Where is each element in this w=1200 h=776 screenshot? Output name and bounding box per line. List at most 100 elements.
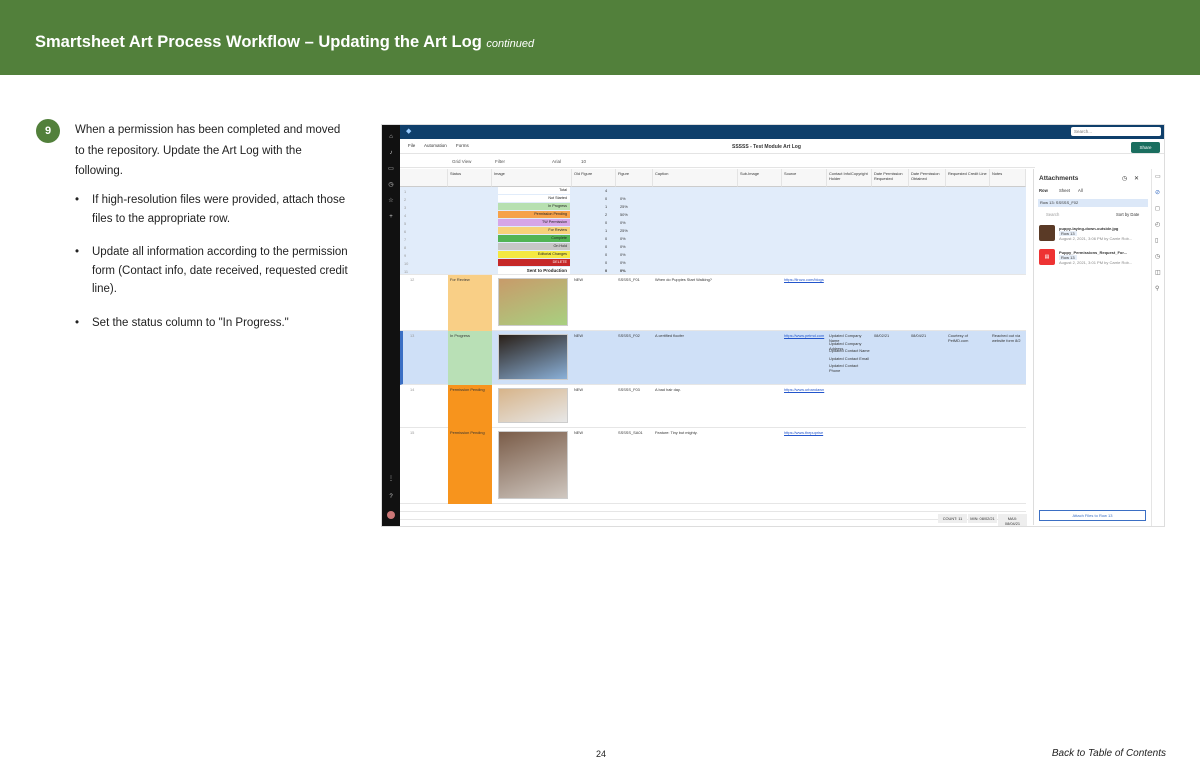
column-header: Date Permission Obtained: [909, 169, 946, 187]
attachment-item: puppy-laying-down-outside.jpg Row 13 Aug…: [1039, 225, 1147, 243]
column-header: Figure: [616, 169, 653, 187]
date-obtained-cell: [909, 428, 946, 432]
tab-row: Row: [1039, 188, 1048, 193]
row-number: 12: [410, 277, 415, 282]
date-obtained-cell: [909, 385, 946, 389]
table-row: [400, 512, 1026, 520]
summary-label: Total: [498, 187, 570, 194]
bullet-item: If high-resolution files were provided, …: [75, 191, 360, 228]
summary-block: [400, 187, 1026, 275]
attachments-search: Search: [1046, 212, 1060, 217]
sheet-title: SSSSS - Test Module Art Log: [732, 144, 801, 150]
column-header: Requested Credit Line: [946, 169, 990, 187]
toolbar: Grid View Filter Arial 10: [400, 156, 1035, 168]
page-title: Smartsheet Art Process Workflow – Updati…: [35, 33, 535, 51]
page-number: 24: [596, 749, 607, 759]
summary-pct: 0%: [620, 268, 626, 273]
attachments-title: Attachments: [1039, 175, 1079, 182]
copy-icon: ◫: [1155, 270, 1161, 276]
history-icon: ◷: [1155, 254, 1161, 260]
credit-line-cell: [946, 385, 990, 389]
smartsheet-logo-icon: ◆: [406, 128, 412, 135]
grid-view-select: Grid View: [452, 159, 472, 164]
source-link: https://www.thepuprise: [784, 430, 824, 435]
step-bullets: If high-resolution files were provided, …: [75, 191, 360, 347]
figure-cell: SSSSS_F01: [618, 277, 640, 282]
apps-icon: ⋮: [388, 476, 394, 482]
step-intro: When a permission has been completed and…: [75, 124, 341, 177]
caption-cell: Feature: Tiny but mighty.: [655, 430, 698, 435]
source-link: https://lirozo.com/blogs: [784, 277, 824, 282]
credit-line-cell: [946, 275, 990, 279]
dog-photo: [498, 388, 568, 423]
footer-stat: MIN: 08/02/21: [968, 514, 997, 523]
plus-icon: +: [389, 214, 393, 220]
column-header: Sub-Image: [738, 169, 782, 187]
menu-item: Automation: [424, 143, 447, 148]
row-number: 13: [410, 333, 415, 338]
notes-cell: Reached out via website form 8/2: [992, 333, 1021, 343]
attachment-icon: ⊘: [1155, 190, 1161, 196]
step-number: 9: [36, 119, 60, 143]
figure-cell: SSSSS_F02: [618, 333, 640, 338]
close-icon: ✕: [1134, 176, 1140, 182]
attachments-row-header: Row 13: SSSSS_F02: [1038, 199, 1148, 207]
home-icon: ⌂: [389, 134, 393, 140]
clock-icon: ◷: [388, 182, 394, 188]
summary-label: DELETE: [498, 259, 570, 266]
summary-label: On Hold: [498, 243, 570, 250]
footer-stat: COUNT: 11: [938, 514, 967, 523]
font-select: Arial: [552, 159, 562, 164]
proof-icon: ◻: [1155, 206, 1160, 212]
summary-label: For Review: [498, 227, 570, 234]
status-cell: Permission Pending: [448, 428, 492, 504]
summary-pct: [618, 186, 634, 190]
old-figure-cell: NEW: [574, 333, 584, 338]
date-obtained-cell: 08/04/21: [911, 333, 927, 338]
date-requested-cell: [872, 428, 909, 432]
dog-photo: [498, 278, 568, 326]
bullet-item: Set the status column to "In Progress.": [75, 314, 360, 333]
activity-icon: ◴: [1155, 222, 1161, 228]
font-size-select: 10: [581, 159, 587, 164]
attachments-panel: Attachments ◷ ✕ Row Sheet All Row 13: SS…: [1033, 169, 1150, 525]
column-header: Status: [448, 169, 492, 187]
credit-line-cell: Courtesy of PetMD.com: [948, 333, 969, 343]
attachment-meta: August 2, 2021, 3:01 PM by Carrie Rob...: [1059, 260, 1133, 265]
column-header: Caption: [653, 169, 738, 187]
summary-label: Permission Pending: [498, 211, 570, 218]
back-to-toc-link[interactable]: Back to Table of Contents: [1052, 748, 1166, 759]
summary-label: Complete: [498, 235, 570, 242]
status-cell: Permission Pending: [448, 385, 492, 428]
old-figure-cell: NEW: [574, 277, 584, 282]
date-obtained-cell: [909, 275, 946, 279]
status-cell: For Review: [448, 275, 492, 331]
bullet-item: Update all information according to the …: [75, 243, 360, 299]
sheet-grid: Status Image Old Figure Figure Caption Sub-Im…: [400, 169, 1027, 526]
figure-cell: SSSSS_F03: [618, 387, 640, 392]
caption-cell: When do Puppies Start Walking?: [655, 277, 712, 282]
source-link: https://www.petmd.com: [784, 333, 825, 338]
notes-cell: [990, 385, 1026, 389]
pdf-icon: ▤: [1039, 249, 1055, 265]
menu-item: Forms: [456, 143, 469, 148]
tab-sheet: Sheet: [1059, 188, 1070, 193]
column-header: Contact Info/Copyright Holder: [827, 169, 872, 187]
filter-button: Filter: [495, 159, 505, 164]
help-icon: ?: [389, 494, 393, 500]
photo-thumbnail: [1039, 225, 1055, 241]
summary-label: In Progress: [498, 203, 570, 210]
column-header: Old Figure: [572, 169, 616, 187]
menu-item: File: [408, 143, 416, 148]
old-figure-cell: NEW: [574, 387, 584, 392]
tab-all: All: [1078, 188, 1083, 193]
left-nav-rail: ⌂ ♪ ▭ ◷ ☆ + ⋮ ?: [382, 125, 400, 526]
dog-photo: [498, 334, 568, 380]
notes-cell: [990, 428, 1026, 432]
summary-label: Editorial Changes: [498, 251, 570, 258]
smartsheet-screenshot: ⌂ ♪ ▭ ◷ ☆ + ⋮ ? ◆ Search... File Automat…: [381, 124, 1165, 527]
credit-line-cell: [946, 428, 990, 432]
figure-cell: SSSSS_SA01: [618, 430, 643, 435]
attachment-item: ▤ Puppy_Permissions_Request_For... Row 1…: [1039, 249, 1147, 267]
row-number: 14: [410, 387, 415, 392]
